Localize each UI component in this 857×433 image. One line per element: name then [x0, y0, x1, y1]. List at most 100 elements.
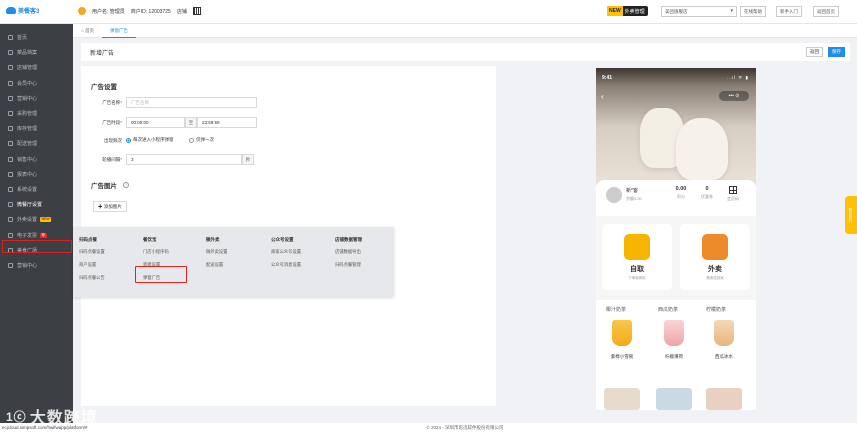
marketing-icon: [8, 262, 13, 268]
sidebar-item-home[interactable]: 首页: [0, 30, 73, 45]
member-icon: [8, 80, 13, 86]
gear-icon: [8, 186, 13, 192]
menu-column-title: 餐饮宝: [143, 237, 157, 242]
sidebar-item-store[interactable]: 店铺管理: [0, 60, 73, 75]
menu-column: 微外卖 微外卖设置 配送设置: [206, 237, 227, 275]
sidebar-item-delivery[interactable]: 配送管理: [0, 136, 73, 151]
drink-image: [676, 118, 728, 180]
sidebar-item-label: 库存管理: [17, 126, 38, 133]
frequency-option-once[interactable]: 仅弹一次: [189, 137, 214, 143]
time-separator: 至: [185, 117, 197, 128]
stat-label: 会员码: [727, 196, 739, 201]
stat-value: 0.00: [675, 186, 687, 192]
product-name: 柠檬薄荷: [665, 354, 683, 359]
ad-name-label: 广告名称*: [86, 100, 122, 106]
help-icon[interactable]: ?: [123, 182, 129, 188]
signal-icon: ..ıl ᯤ ▮: [727, 75, 749, 80]
menu-item[interactable]: 店铺数据导出: [335, 249, 362, 262]
required-mark: *: [120, 100, 122, 105]
sidebar-item-settings[interactable]: 系统设置: [0, 182, 73, 197]
merchant-label: 商户ID: 12003725: [130, 8, 171, 15]
radio-label: 每次进入小程序弹窗: [133, 137, 174, 142]
sidebar-item-label: 菜品档案: [17, 50, 38, 57]
sidebar-item-label: 微餐厅设置: [17, 202, 43, 209]
sidebar-item-inventory[interactable]: 库存管理: [0, 121, 73, 136]
radio-icon: [189, 137, 194, 143]
sidebar: 首页 菜品档案 店铺管理 会员中心 营销中心 采购管理 库存管理 配送管理 销售…: [0, 24, 73, 423]
highlight-box: [2, 240, 72, 253]
menu-item[interactable]: 扫码点餐公告: [79, 275, 105, 288]
marketing-icon: [8, 95, 13, 101]
online-help-button[interactable]: 在线帮助: [740, 6, 766, 17]
menu-item[interactable]: 微外卖设置: [206, 249, 227, 262]
app-logo[interactable]: 美餐客3: [6, 6, 39, 15]
menu-item[interactable]: 公众号消息设置: [271, 262, 301, 275]
back-button[interactable]: 返回: [806, 47, 823, 57]
tab-label: 首页: [84, 28, 94, 33]
product-image: [612, 320, 632, 346]
highlight-box: [135, 266, 187, 283]
store-icon: [8, 65, 13, 71]
menu-item[interactable]: 商户设置: [79, 262, 105, 275]
product-item: 柠檬薄荷: [656, 320, 692, 360]
sidebar-item-label: 配送管理: [17, 141, 38, 148]
return-home-button[interactable]: 返回首页: [813, 6, 839, 17]
time-start-input[interactable]: 00:00:00: [126, 117, 185, 128]
sidebar-item-label: 营销中心: [17, 95, 38, 102]
pickup-subtitle: 下单免排队: [628, 276, 646, 280]
menu-item[interactable]: 商家公众号设置: [271, 249, 301, 262]
sidebar-item-sales[interactable]: 销售中心: [0, 152, 73, 167]
sales-icon: [8, 156, 13, 162]
menu-item[interactable]: 门店小程序码: [143, 249, 169, 262]
micro-restaurant-menu: 扫码点餐 扫码点餐设置 商户设置 扫码点餐公告 餐饮宝 门店小程序码 装修设置 …: [73, 227, 394, 297]
sidebar-item-label: 营销中心: [17, 262, 38, 269]
required-mark: *: [120, 157, 122, 162]
sidebar-item-reports[interactable]: 报表中心: [0, 167, 73, 182]
sidebar-item-micro-restaurant[interactable]: 微餐厅设置: [0, 197, 73, 212]
sidebar-item-members[interactable]: 会员中心: [0, 76, 73, 91]
tab-popup-ad[interactable]: 弹窗广告: [101, 24, 136, 38]
sidebar-item-purchase[interactable]: 采购管理: [0, 106, 73, 121]
interval-input[interactable]: 3: [126, 154, 242, 165]
sidebar-item-marketing[interactable]: 营销中心: [0, 91, 73, 106]
menu-column-title: 公众号设置: [271, 237, 294, 242]
menu-column: 店铺数据管理 店铺数据导出 扫码点餐管理: [335, 237, 362, 275]
invoice-icon: [8, 232, 13, 238]
status-time: 9:41: [602, 75, 613, 81]
user-info: 用户名: 管理员 商户ID: 12003725 店铺: [78, 7, 201, 15]
member-card: 新*客 余额0.00 0.00 积分 0 优惠券 会员码: [596, 180, 756, 216]
store-select[interactable]: 美团旗舰店 ▾: [661, 6, 737, 17]
tab-home[interactable]: ⌂ 首页: [73, 24, 102, 38]
qrcode-icon[interactable]: [192, 7, 201, 15]
sidebar-item-dishes[interactable]: 菜品档案: [0, 45, 73, 60]
add-image-button[interactable]: ✚ 添加图片: [93, 201, 127, 212]
label-text: 广告时段: [102, 120, 121, 125]
takeout-management-button[interactable]: NEW 外卖管理: [607, 6, 648, 16]
sidebar-item-label: 首页: [17, 35, 28, 42]
back-arrow-icon: ‹: [601, 92, 604, 101]
beginner-guide-button[interactable]: 新手入门: [776, 6, 802, 17]
store-label[interactable]: 店铺: [177, 8, 187, 15]
save-button[interactable]: 保存: [828, 47, 845, 57]
time-end-input[interactable]: 23:59:59: [197, 117, 257, 128]
ad-name-input[interactable]: 广告名称: [126, 97, 257, 108]
sidebar-item-label: 店铺管理: [17, 65, 38, 72]
frequency-option-every[interactable]: 每次进入小程序弹窗: [126, 137, 174, 143]
contact-float-tab[interactable]: 联系我们: [845, 196, 857, 234]
product-image: [706, 388, 742, 410]
menu-item[interactable]: 扫码点餐管理: [335, 262, 362, 275]
pickup-card: 自取 下单免排队: [602, 224, 672, 290]
app-logo-text: 美餐客3: [18, 9, 40, 15]
cloud-icon: [6, 7, 16, 14]
menu-item[interactable]: 配送设置: [206, 262, 227, 275]
top-bar: 美餐客3 用户名: 管理员 商户ID: 12003725 店铺 NEW 外卖管理…: [0, 0, 857, 24]
radio-checked-icon: [126, 137, 131, 143]
menu-item[interactable]: 扫码点餐设置: [79, 249, 105, 262]
sidebar-item-label: 销售中心: [17, 156, 38, 163]
scooter-icon: [702, 234, 728, 260]
sidebar-item-takeout[interactable]: 外卖设置 NEW: [0, 212, 73, 227]
stat-value: 0: [705, 186, 709, 192]
sidebar-item-marketing-center[interactable]: 营销中心: [0, 258, 73, 273]
delivery-icon: [8, 141, 13, 147]
takeout-management-label: 外卖管理: [624, 8, 645, 15]
